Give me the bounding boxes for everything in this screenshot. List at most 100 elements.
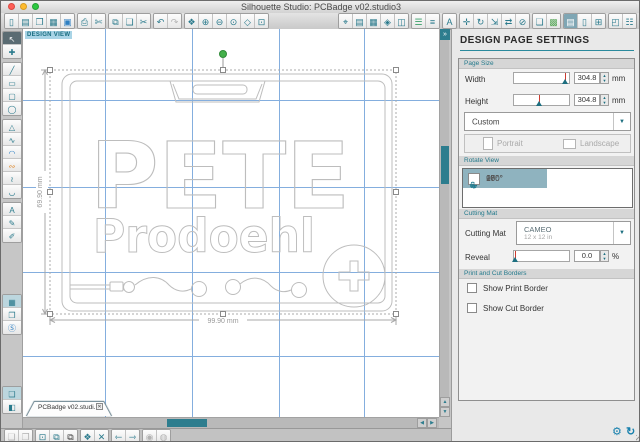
print-button[interactable]: ⎙ — [78, 14, 92, 28]
selection-handle[interactable] — [394, 190, 399, 195]
3d-view-button[interactable]: ◫ — [395, 14, 408, 28]
copy-object-button[interactable]: ⧉ — [50, 430, 64, 442]
move-options-button[interactable]: ✛ — [460, 14, 474, 28]
open-button[interactable]: ▤ — [19, 14, 33, 28]
registration-marks-button[interactable]: ◈ — [381, 14, 395, 28]
copy-button[interactable]: ⧉ — [109, 14, 123, 28]
show-cut-border-checkbox[interactable] — [467, 303, 477, 313]
chevron-down-icon[interactable]: ▼ — [613, 222, 630, 244]
width-slider[interactable] — [513, 72, 570, 84]
vertical-scrollbar-thumb[interactable] — [441, 146, 449, 184]
reveal-slider[interactable] — [513, 250, 570, 262]
shadow-options-button[interactable]: ❏ — [533, 14, 547, 28]
spinner-down-icon[interactable]: ▼ — [601, 78, 608, 83]
reveal-value-field[interactable]: 0.0 — [574, 250, 600, 262]
collapse-panel-button[interactable]: » — [440, 29, 450, 40]
vertical-scrollbar[interactable]: » ▲ ▼ — [439, 29, 449, 417]
pan-button[interactable]: ❖ — [185, 14, 199, 28]
page-view-button[interactable]: ❑ — [3, 387, 21, 400]
group-button[interactable]: ❏ — [5, 430, 19, 442]
open-recent-button[interactable]: ❐ — [33, 14, 47, 28]
selection-handle[interactable] — [221, 68, 226, 73]
width-spinner[interactable]: ▲▼ — [600, 72, 609, 84]
cut-button[interactable]: ✂ — [137, 14, 150, 28]
rotate-options-button[interactable]: ↻ — [474, 14, 488, 28]
zoom-in-button[interactable]: ⊕ — [199, 14, 213, 28]
rotate-270-button[interactable]: ab 270° — [463, 169, 547, 188]
page-color-button[interactable]: ▤ — [353, 14, 367, 28]
spinner-down-icon[interactable]: ▼ — [601, 100, 608, 105]
landscape-button[interactable]: Landscape — [563, 135, 619, 152]
text-options-button[interactable]: A — [443, 14, 456, 28]
undo-button[interactable]: ↶ — [154, 14, 168, 28]
document-tab-close-icon[interactable]: ✕ — [96, 403, 103, 410]
selection-handle[interactable] — [394, 68, 399, 73]
scale-options-button[interactable]: ⇲ — [488, 14, 502, 28]
zoom-selection-button[interactable]: ⊙ — [227, 14, 241, 28]
badge-design[interactable]: PETE Prodoehl — [62, 74, 392, 311]
document-tab[interactable]: PCBadge v02.studi... ✕ — [26, 401, 112, 416]
library-thumbnails-button[interactable]: ▦ — [3, 295, 21, 308]
arc-tool[interactable]: ◠ — [3, 146, 21, 159]
rounded-rectangle-tool[interactable]: ▢ — [3, 89, 21, 102]
zoom-out-button[interactable]: ⊖ — [213, 14, 227, 28]
selection-handle[interactable] — [48, 312, 53, 317]
rotation-handle[interactable] — [220, 51, 227, 58]
delete-object-button[interactable]: ✕ — [95, 430, 108, 442]
ungroup-button[interactable]: ❐ — [19, 430, 32, 442]
split-view-button[interactable]: ◧ — [3, 400, 21, 413]
print-border-button[interactable]: ▯ — [578, 14, 592, 28]
shear-options-button[interactable]: ⊘ — [516, 14, 529, 28]
color-picker-button[interactable]: ❖ — [81, 430, 95, 442]
note-tool[interactable]: ✎ — [3, 216, 21, 229]
gear-icon[interactable]: ⚙ — [612, 425, 622, 438]
selection-handle[interactable] — [48, 190, 53, 195]
page-preset-dropdown[interactable]: Custom ▼ — [464, 112, 631, 131]
scroll-right-button[interactable]: ▶ — [427, 418, 437, 428]
duplicate-object-button[interactable]: ⧉ — [64, 430, 77, 442]
selection-handle[interactable] — [221, 312, 226, 317]
knife-tool[interactable]: ✐ — [3, 229, 21, 242]
freehand-tool[interactable]: ∾ — [3, 159, 21, 172]
cutting-mat-dropdown[interactable]: CAMEO 12 x 12 in ▼ — [516, 221, 631, 245]
rectangle-tool[interactable]: ▭ — [3, 76, 21, 89]
silhouette-store-button[interactable]: Ⓢ — [3, 321, 21, 334]
chevron-down-icon[interactable]: ▼ — [613, 113, 630, 130]
flip-horizontal-button[interactable]: ⇽ — [112, 430, 126, 442]
reveal-spinner[interactable]: ▲▼ — [600, 250, 609, 262]
horizontal-scrollbar-thumb[interactable] — [167, 419, 207, 427]
lock-object-button[interactable]: ◉ — [143, 430, 157, 442]
trace-options-button[interactable]: ▩ — [547, 14, 560, 28]
ellipse-tool[interactable]: ◯ — [3, 102, 21, 115]
pixscan-button[interactable]: ◰ — [609, 14, 623, 28]
save-to-library-button[interactable]: ▣ — [61, 14, 74, 28]
width-value-field[interactable]: 304.8 — [574, 72, 600, 84]
snap-grid-button[interactable]: ⊞ — [592, 14, 605, 28]
paste-button[interactable]: ❏ — [123, 14, 137, 28]
horizontal-scrollbar[interactable]: ◀ ▶ — [23, 417, 439, 428]
scroll-down-button[interactable]: ▼ — [440, 407, 450, 417]
save-button[interactable]: ▦ — [47, 14, 61, 28]
curve-tool[interactable]: ∿ — [3, 133, 21, 146]
portrait-button[interactable]: Portrait — [483, 135, 523, 152]
text-tool[interactable]: A — [3, 203, 21, 216]
fit-to-page-button[interactable]: ⊡ — [255, 14, 268, 28]
mirror-options-button[interactable]: ⇄ — [502, 14, 516, 28]
resize-grip[interactable] — [636, 435, 640, 441]
drag-zoom-button[interactable]: ◇ — [241, 14, 255, 28]
zoom-to-selection-button[interactable]: ⊡ — [36, 430, 50, 442]
height-slider[interactable] — [513, 94, 570, 106]
select-tool[interactable]: ↖ — [3, 32, 21, 45]
height-value-field[interactable]: 304.8 — [574, 94, 600, 106]
height-spinner[interactable]: ▲▼ — [600, 94, 609, 106]
polygon-tool[interactable]: △ — [3, 120, 21, 133]
design-page-settings-button[interactable]: ▤ — [564, 14, 578, 28]
object-info-button[interactable]: ◍ — [157, 430, 170, 442]
spinner-down-icon[interactable]: ▼ — [601, 256, 608, 261]
send-to-silhouette-button[interactable]: ✄ — [92, 14, 105, 28]
new-document-button[interactable]: ▯ — [5, 14, 19, 28]
smooth-freehand-tool[interactable]: ≀ — [3, 172, 21, 185]
reveal-slider-marker[interactable] — [515, 251, 516, 263]
width-slider-marker[interactable] — [565, 73, 566, 85]
height-slider-marker[interactable] — [539, 95, 540, 107]
